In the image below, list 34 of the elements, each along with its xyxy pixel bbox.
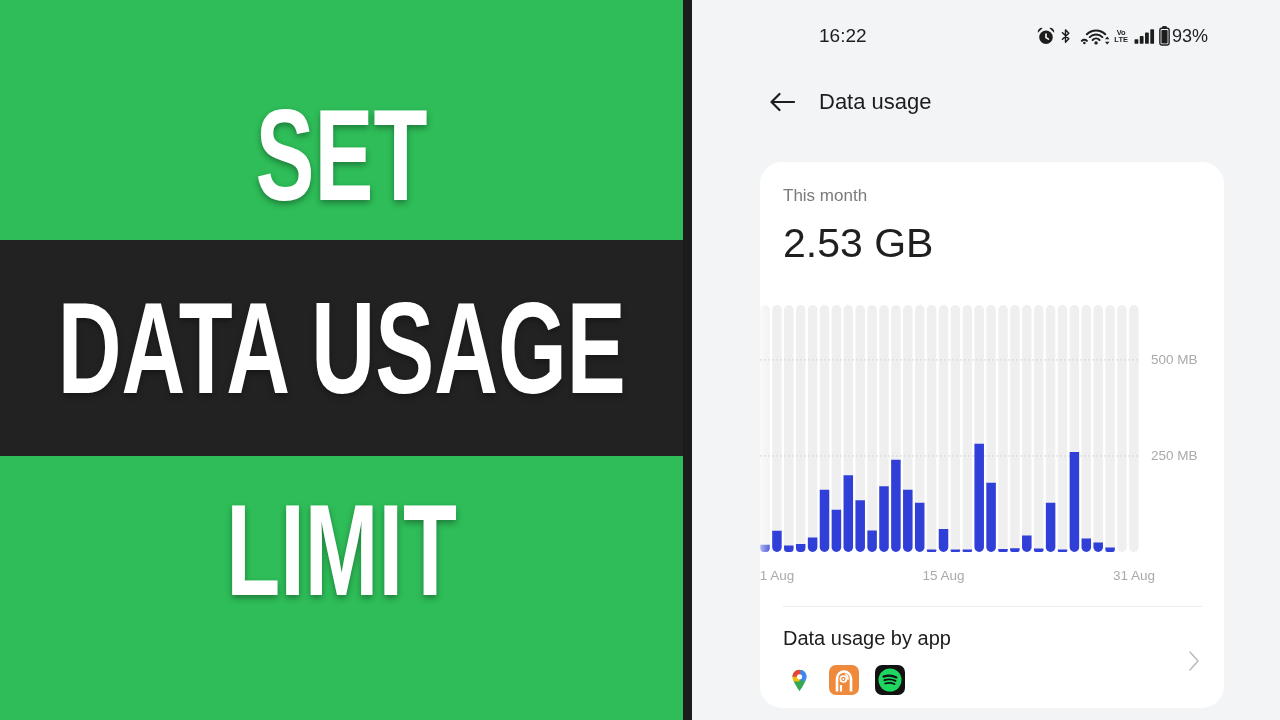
- alarm-clock-icon: [1037, 27, 1056, 45]
- status-time: 16:22: [819, 25, 867, 47]
- battery-icon: [1158, 26, 1170, 46]
- bluetooth-icon: [1060, 27, 1072, 45]
- axis-label: 250 MB: [1151, 448, 1198, 464]
- usage-bar: [772, 530, 782, 552]
- usage-bar: [998, 548, 1008, 552]
- banner-title: DATA USAGE: [57, 283, 626, 413]
- period-label: This month: [782, 185, 869, 206]
- page-title: Data usage: [819, 89, 932, 115]
- broadcast-app-icon: [829, 665, 859, 695]
- wave-disc-app-icon: [875, 665, 905, 695]
- section-title[interactable]: Data usage by app: [783, 626, 951, 650]
- usage-bar: [1010, 548, 1020, 552]
- signal-bars-icon: [1133, 28, 1155, 44]
- back-button[interactable]: [769, 92, 795, 112]
- usage-bar: [1105, 547, 1115, 552]
- usage-bar: [760, 544, 770, 552]
- usage-bar: [867, 530, 877, 552]
- axis-label: 15 Aug: [922, 567, 965, 583]
- total-usage: 2.53 GB: [783, 219, 935, 267]
- usage-bar: [1093, 542, 1103, 552]
- usage-bar: [903, 489, 913, 552]
- axis-label: 1 Aug: [760, 567, 795, 583]
- back-arrow-icon: [769, 92, 795, 112]
- map-pin-icon: [792, 668, 807, 692]
- axis-label: 500 MB: [1151, 352, 1198, 368]
- battery-percent: 93%: [1171, 26, 1208, 46]
- axis-label: 31 Aug: [1112, 567, 1155, 583]
- usage-bar: [986, 482, 996, 552]
- banner-title: LIMIT: [226, 485, 457, 615]
- wifi-icon: [1080, 27, 1111, 45]
- usage-bar: [879, 486, 889, 552]
- banner-title: SET: [255, 90, 428, 220]
